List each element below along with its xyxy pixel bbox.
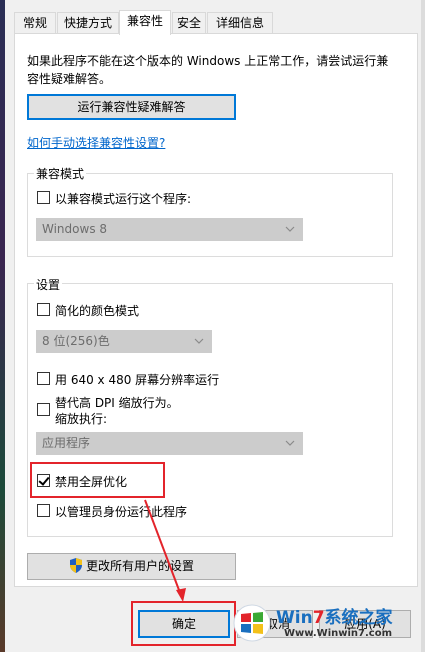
run-640-label: 用 640 x 480 屏幕分辨率运行 <box>55 373 220 387</box>
disable-fullscreen-highlight <box>30 462 165 498</box>
os-version-value: Windows 8 <box>42 222 108 236</box>
compat-mode-title: 兼容模式 <box>34 165 87 182</box>
compat-mode-checkbox-row[interactable]: 以兼容模式运行这个程序: <box>37 190 191 207</box>
compat-mode-group <box>27 173 393 257</box>
manual-settings-link[interactable]: 如何手动选择兼容性设置? <box>27 134 165 151</box>
run-as-admin-row[interactable]: 以管理员身份运行此程序 <box>37 503 187 520</box>
dpi-override-row[interactable]: 替代高 DPI 缩放行为。 缩放执行: <box>37 395 179 427</box>
dpi-scaling-value: 应用程序 <box>42 436 91 450</box>
dpi-override-checkbox[interactable] <box>37 403 50 416</box>
run-troubleshooter-button[interactable]: 运行兼容性疑难解答 <box>27 94 236 120</box>
change-all-users-label: 更改所有用户的设置 <box>85 559 194 573</box>
desktop-background-strip <box>0 0 5 652</box>
dpi-override-label-line1: 替代高 DPI 缩放行为。 <box>55 396 179 410</box>
windows-logo-icon <box>233 604 271 642</box>
watermark: Win7系统之家 Www.Winwin7.com <box>232 600 417 646</box>
color-depth-value: 8 位(256)色 <box>42 334 110 348</box>
tab-security[interactable]: 安全 <box>172 12 206 34</box>
run-as-admin-label: 以管理员身份运行此程序 <box>55 505 188 519</box>
chevron-down-icon <box>285 226 295 232</box>
tab-general[interactable]: 常规 <box>14 12 56 34</box>
dpi-scaling-select[interactable]: 应用程序 <box>36 432 303 455</box>
watermark-brand: Win7系统之家 <box>276 603 393 628</box>
change-all-users-button[interactable]: 更改所有用户的设置 <box>27 553 236 580</box>
dpi-override-label-line2: 缩放执行: <box>55 412 108 426</box>
color-depth-select[interactable]: 8 位(256)色 <box>36 330 212 353</box>
settings-title: 设置 <box>34 276 63 293</box>
chevron-down-icon <box>285 440 295 446</box>
reduced-color-label: 简化的颜色模式 <box>55 304 140 318</box>
uac-shield-icon <box>69 558 82 573</box>
tab-compatibility[interactable]: 兼容性 <box>119 10 171 35</box>
ok-button-highlight <box>131 601 236 646</box>
reduced-color-checkbox[interactable] <box>37 303 50 316</box>
watermark-brand-number: 7 <box>312 608 325 628</box>
run-640-checkbox[interactable] <box>37 372 50 385</box>
tab-shortcut[interactable]: 快捷方式 <box>57 12 119 34</box>
watermark-url: Www.Winwin7.com <box>284 628 393 639</box>
watermark-brand-prefix: Win <box>276 608 313 628</box>
dpi-override-label: 替代高 DPI 缩放行为。 缩放执行: <box>55 395 179 427</box>
tab-details[interactable]: 详细信息 <box>207 12 273 34</box>
intro-text: 如果此程序不能在这个版本的 Windows 上正常工作，请尝试运行兼容性疑难解答… <box>27 54 389 86</box>
watermark-brand-suffix: 系统之家 <box>324 608 393 628</box>
os-version-select[interactable]: Windows 8 <box>36 218 303 241</box>
reduced-color-row[interactable]: 简化的颜色模式 <box>37 302 139 319</box>
compat-mode-checkbox[interactable] <box>37 191 50 204</box>
chevron-down-icon <box>194 338 204 344</box>
compat-mode-label: 以兼容模式运行这个程序: <box>55 192 192 206</box>
run-as-admin-checkbox[interactable] <box>37 504 50 517</box>
run-640-row[interactable]: 用 640 x 480 屏幕分辨率运行 <box>37 371 219 388</box>
window-edge <box>421 0 425 652</box>
